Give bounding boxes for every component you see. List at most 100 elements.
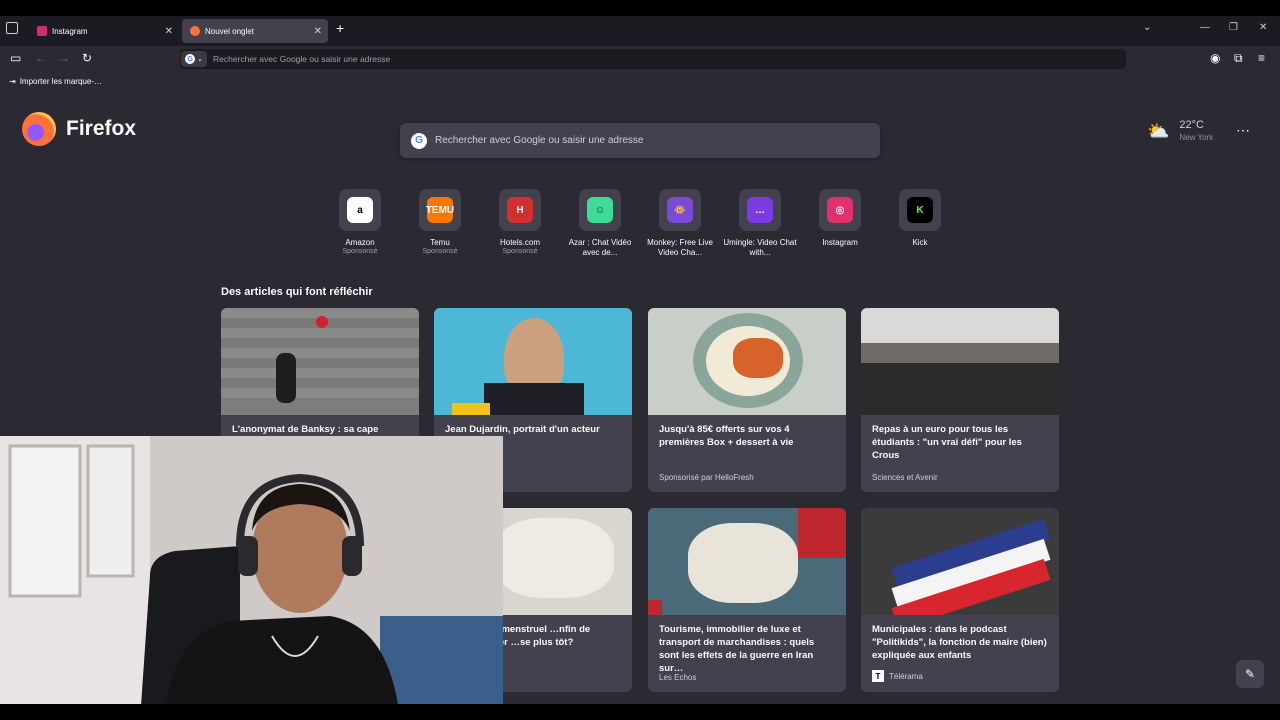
weather-temp: 22°C xyxy=(1179,119,1204,131)
top-site-tile[interactable]: TEMU xyxy=(419,189,461,231)
maximize-icon[interactable]: ❐ xyxy=(1229,22,1238,33)
minimize-icon[interactable]: — xyxy=(1200,22,1210,33)
firefox-logo: Firefox xyxy=(22,112,136,146)
article-source-label: Sciences et Avenir xyxy=(872,473,938,482)
article-source: Sciences et Avenir xyxy=(872,473,938,482)
top-site-tile[interactable]: ◎ xyxy=(819,189,861,231)
bookmark-import[interactable]: ⇥ Importer les marque-… xyxy=(9,77,102,86)
tab-label: Instagram xyxy=(52,26,88,36)
more-options-icon[interactable]: ⋯ xyxy=(1236,122,1250,139)
import-icon: ⇥ xyxy=(9,77,16,86)
top-site-tile[interactable]: H xyxy=(499,189,541,231)
article-image xyxy=(861,508,1059,615)
firefox-logo-icon xyxy=(22,112,56,146)
google-icon: G xyxy=(411,132,427,149)
top-site-tile[interactable]: K xyxy=(899,189,941,231)
firefox-favicon-icon xyxy=(190,26,200,36)
article-image xyxy=(861,308,1059,415)
top-site-name: Temu xyxy=(430,238,450,247)
article-source-label: Sponsorisé par HelloFresh xyxy=(659,473,754,482)
menu-hamburger-icon[interactable]: ≡ xyxy=(1258,51,1265,65)
temu-icon: TEMU xyxy=(426,197,454,223)
search-input[interactable]: G Rechercher avec Google ou saisir une a… xyxy=(400,123,880,158)
top-site-tile[interactable]: a xyxy=(339,189,381,231)
reload-icon[interactable]: ↻ xyxy=(82,51,92,65)
account-icon[interactable]: ◉ xyxy=(1210,51,1220,65)
partly-cloudy-icon: ⛅ xyxy=(1147,121,1170,141)
article-title: Jean Dujardin, portrait d'un acteur xyxy=(445,424,600,435)
section-title: Des articles qui font réfléchir xyxy=(221,286,373,298)
article-source: Sponsorisé par HelloFresh xyxy=(659,473,754,482)
close-tab-icon[interactable]: ✕ xyxy=(314,26,322,37)
search-engine-selector[interactable]: G ⌄ xyxy=(181,51,207,67)
top-site-monkey[interactable]: 🐵 Monkey: Free Live Video Cha... xyxy=(640,189,720,258)
weather-city: New York xyxy=(1179,133,1214,142)
article-card[interactable]: Municipales : dans le podcast "Politikid… xyxy=(861,508,1059,692)
weather-widget[interactable]: ⛅ 22°C New York xyxy=(1147,119,1213,142)
search-placeholder: Rechercher avec Google ou saisir une adr… xyxy=(435,135,644,146)
top-site-instagram[interactable]: ◎ Instagram xyxy=(800,189,880,248)
address-placeholder: Rechercher avec Google ou saisir une adr… xyxy=(213,54,391,64)
amazon-icon: a xyxy=(347,197,373,223)
tab-new-tab[interactable]: Nouvel onglet ✕ xyxy=(182,19,328,43)
top-site-name: Umingle: Video Chat with... xyxy=(723,238,797,257)
article-source-label: Les Echos xyxy=(659,673,697,682)
bookmark-label: Importer les marque-… xyxy=(19,77,102,86)
article-card[interactable]: Repas à un euro pour tous les étudiants … xyxy=(861,308,1059,492)
article-image xyxy=(434,308,632,415)
tab-list-icon[interactable] xyxy=(6,22,18,34)
article-card[interactable]: Tourisme, immobilier de luxe et transpor… xyxy=(648,508,846,692)
top-site-azar[interactable]: ☺ Azar : Chat Vidéo avec de... xyxy=(560,189,640,258)
article-card[interactable]: Jusqu'à 85€ offerts sur vos 4 premières … xyxy=(648,308,846,492)
address-bar[interactable]: G ⌄ Rechercher avec Google ou saisir une… xyxy=(180,49,1126,69)
forward-icon[interactable]: → xyxy=(58,51,70,65)
article-title: Municipales : dans le podcast "Politikid… xyxy=(872,624,1047,661)
article-image xyxy=(221,308,419,415)
instagram-favicon-icon xyxy=(37,26,47,36)
top-site-tile[interactable]: … xyxy=(739,189,781,231)
article-image xyxy=(648,508,846,615)
new-tab-plus-icon[interactable]: + xyxy=(336,20,344,36)
top-site-name: Azar : Chat Vidéo avec de... xyxy=(568,238,632,257)
close-tab-icon[interactable]: ✕ xyxy=(165,26,173,37)
top-site-tile[interactable]: 🐵 xyxy=(659,189,701,231)
kick-icon: K xyxy=(907,197,933,223)
top-site-name: Kick xyxy=(912,238,928,247)
customize-pencil-icon[interactable]: ✎ xyxy=(1236,660,1264,688)
close-window-icon[interactable]: ✕ xyxy=(1259,22,1267,33)
navigation-toolbar: ▭ ← → ↻ G ⌄ Rechercher avec Google ou sa… xyxy=(0,46,1280,72)
bookmarks-toolbar: ⇥ Importer les marque-… xyxy=(0,72,1280,92)
article-image xyxy=(648,308,846,415)
top-site-temu[interactable]: TEMU Temu Sponsorisé xyxy=(400,189,480,255)
extensions-icon[interactable]: ⧉ xyxy=(1234,51,1243,66)
list-all-tabs-chevron-icon[interactable]: ⌄ xyxy=(1143,22,1151,33)
top-site-amazon[interactable]: a Amazon Sponsorisé xyxy=(320,189,400,255)
back-icon[interactable]: ← xyxy=(35,51,47,65)
webcam-overlay xyxy=(0,436,503,720)
article-title: L'anonymat de Banksy : sa cape xyxy=(232,424,379,435)
top-site-kick[interactable]: K Kick xyxy=(880,189,960,248)
article-title: Repas à un euro pour tous les étudiants … xyxy=(872,424,1022,461)
bottom-black-strip xyxy=(0,704,1280,720)
google-icon: G xyxy=(185,54,196,64)
monkey-icon: 🐵 xyxy=(667,197,693,223)
top-site-umingle[interactable]: … Umingle: Video Chat with... xyxy=(720,189,800,258)
article-title: Jusqu'à 85€ offerts sur vos 4 premières … xyxy=(659,424,794,448)
azar-icon: ☺ xyxy=(587,197,613,223)
top-site-hotels[interactable]: H Hotels.com Sponsorisé xyxy=(480,189,560,255)
tab-instagram[interactable]: Instagram ✕ xyxy=(29,19,179,43)
sidebar-icon[interactable]: ▭ xyxy=(10,51,21,65)
webcam-person-image xyxy=(0,436,503,720)
tab-label: Nouvel onglet xyxy=(205,26,254,36)
article-source: T Télérama xyxy=(872,670,923,682)
hotels-icon: H xyxy=(507,197,533,223)
brand-name: Firefox xyxy=(66,117,137,140)
sponsored-label: Sponsorisé xyxy=(422,248,458,255)
instagram-icon: ◎ xyxy=(827,197,853,223)
top-black-strip xyxy=(0,0,1280,16)
top-site-name: Amazon xyxy=(345,238,375,247)
telerama-logo-icon: T xyxy=(872,670,884,682)
top-site-name: Instagram xyxy=(822,238,858,247)
top-site-tile[interactable]: ☺ xyxy=(579,189,621,231)
sponsored-label: Sponsorisé xyxy=(342,248,378,255)
